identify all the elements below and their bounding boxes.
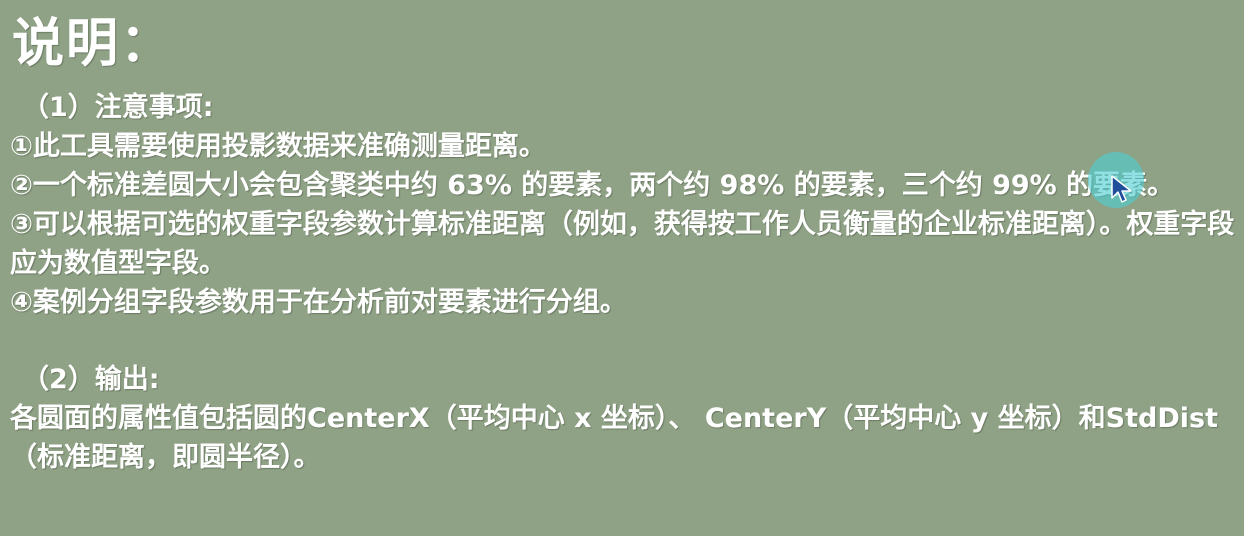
mouse-pointer-icon xyxy=(1088,152,1144,208)
section-spacer xyxy=(10,322,1235,360)
note-item-2: ②一个标准差圆大小会包含聚类中约 63% 的要素，两个约 98% 的要素，三个约… xyxy=(10,170,1175,201)
note-item-3: ③可以根据可选的权重字段参数计算标准距离（例如，获得按工作人员衡量的企业标准距离… xyxy=(10,209,1235,279)
notes-heading: （1）注意事项: xyxy=(22,92,214,123)
page-title: 说明： xyxy=(12,14,175,74)
note-item-4: ④案例分组字段参数用于在分析前对要素进行分组。 xyxy=(10,287,627,318)
slide: 说明： （1）注意事项: ①此工具需要使用投影数据来准确测量距离。 ②一个标准差… xyxy=(0,0,1244,536)
cursor-arrow-icon xyxy=(1111,175,1132,203)
note-item-1: ①此工具需要使用投影数据来准确测量距离。 xyxy=(10,131,546,162)
output-description: 各圆面的属性值包括圆的CenterX（平均中心 x 坐标）、 CenterY（平… xyxy=(10,403,1218,473)
output-heading: （2）输出: xyxy=(22,364,160,395)
slide-body: （1）注意事项: ①此工具需要使用投影数据来准确测量距离。 ②一个标准差圆大小会… xyxy=(10,88,1235,477)
